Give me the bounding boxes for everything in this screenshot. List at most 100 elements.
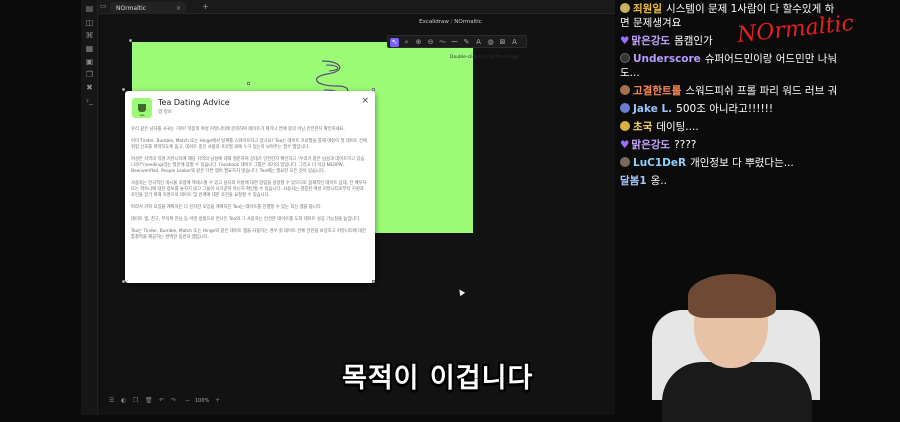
chat-nick[interactable]: 달봄1 (620, 175, 647, 187)
trash-icon[interactable]: 🗑 (145, 397, 153, 404)
resize-handle[interactable] (372, 280, 375, 283)
copy-icon[interactable]: ❐ (85, 70, 94, 79)
calendar-icon[interactable]: ▣ (85, 57, 94, 66)
heart-badge-icon: ♥ (620, 35, 630, 47)
user-badge-icon (620, 121, 630, 131)
streamer-shirt (662, 362, 812, 422)
description-paragraph: 여성은 지역의 익명 커뮤니티에 해당 지역의 남성에 대해 질문하여 상대가 … (131, 157, 365, 174)
rotate-handle[interactable] (247, 82, 250, 85)
palette-icon[interactable]: ◐ (121, 397, 126, 404)
chat-nick[interactable]: 맑은강도 (631, 35, 670, 47)
tea-app-logo: tea (132, 98, 152, 118)
chat-nick[interactable]: Jake L. (633, 103, 672, 115)
chat-nick[interactable]: 맑은강도 (631, 139, 670, 151)
new-tab-button[interactable]: + (202, 2, 209, 11)
text-tool-icon[interactable]: A (474, 38, 483, 47)
curve-icon[interactable]: 〜 (438, 38, 447, 47)
zoom-out-icon[interactable]: ⊖ (426, 38, 435, 47)
font-icon[interactable]: A (510, 38, 519, 47)
app-description: 우리 같은 남자를 사귀는 거야? 악몽의 여성 커뮤니티에 문의하여 데이트가… (131, 127, 367, 247)
streamer-hair (688, 274, 776, 318)
resize-handle[interactable] (122, 280, 125, 283)
chat-nick[interactable]: 고결한트롤 (633, 85, 681, 97)
select-tool-icon[interactable]: ↖ (390, 38, 399, 47)
user-badge-icon (620, 3, 630, 13)
fill-icon[interactable]: ◍ (486, 38, 495, 47)
chat-message: Underscore 슈퍼어드민이랑 어드민만 나눠 (620, 53, 837, 66)
resize-handle[interactable] (129, 39, 132, 42)
zoom-icon[interactable]: ⌕ (402, 38, 411, 47)
image-toolbar: ↖ ⌕ ⊕ ⊖ 〜 ⁓ ✎ A ◍ ⊠ A (387, 35, 527, 48)
chat-nick[interactable]: Underscore (633, 53, 701, 65)
chat-text: 데이팅.... (656, 121, 699, 133)
breadcrumb-current[interactable]: NOrmaltic (454, 19, 482, 25)
menu-icon[interactable]: ☰ (109, 397, 114, 404)
mask-icon[interactable]: ⊠ (498, 38, 507, 47)
chat-text: 슈퍼어드민이랑 어드민만 나눠 (704, 53, 838, 65)
description-paragraph: 우리 같은 남자를 사귀는 거야? 악몽의 여성 커뮤니티에 문의하여 데이트가… (131, 127, 345, 132)
user-badge-icon (620, 85, 630, 95)
chat-message: ♥ 맑은강도???? (620, 139, 696, 152)
video-subtitle: 목적이 이겁니다 (342, 363, 534, 394)
chat-message: 달봄1 옹.. (620, 175, 667, 188)
chat-text: 스워드피쉬 프롤 파리 워드 러브 궈 (685, 85, 838, 97)
user-badge-icon (620, 53, 630, 63)
tab-label: NOrmaltic (116, 5, 147, 12)
stream-left-margin (0, 0, 81, 415)
zoom-in-button[interactable]: + (215, 397, 220, 404)
zoom-level[interactable]: 100% (195, 398, 209, 404)
canvas-icon[interactable]: ▦ (85, 44, 94, 53)
chat-message-continued: 도... (620, 67, 640, 79)
tab-normaltic[interactable]: NOrmaltic × (110, 2, 186, 14)
resize-handle[interactable] (372, 88, 375, 91)
description-paragraph: 사용자는 전국적인 게시물 포럼에 액세스할 수 있고 남자의 이름에 대한 알… (131, 181, 367, 198)
window-menu-icon[interactable]: ▭ (100, 2, 107, 10)
chat-text: 몸캠인가 (674, 35, 713, 47)
pen-icon[interactable]: ✎ (462, 38, 471, 47)
chat-nick[interactable]: 죄원일 (633, 3, 662, 15)
tab-close-icon[interactable]: × (176, 5, 181, 12)
canvas-bottom-toolbar: ☰ ◐ ❐ 🗑 ↶ ↷ − 100% + (107, 396, 227, 408)
chat-nick[interactable]: 초국 (633, 121, 652, 133)
crop-hint: Double-click to crop the image (450, 55, 520, 60)
description-paragraph: 데이트 앱, 친구, 무작위 만남 등 어떤 방법으로 만나든 Tea와 그 사… (131, 217, 361, 222)
description-paragraph: Tea는 Tinder, Bumble, Match 또는 Hinge와 같은 … (131, 229, 366, 240)
close-x-icon[interactable]: ✖ (85, 83, 94, 92)
app-subtitle: 앱 정보 (158, 110, 172, 115)
app-title: Tea Dating Advice (158, 98, 230, 107)
logo-label: tea (139, 113, 145, 117)
description-paragraph: 따라서 커피 모임을 계획하든 더 진지한 모임을 계획하든 Tea는 데이트를… (131, 205, 323, 210)
chat-message: ♥ 맑은강도 몸캠인가 (620, 35, 713, 48)
chat-text: ???? (674, 139, 697, 151)
chat-text: 옹.. (650, 175, 667, 187)
chat-message: Jake L. 500조 아니라고!!!!!! (620, 103, 773, 116)
description-paragraph: 이미 Tinder, Bumble, Match 또는 Hinge에서 날짜를 … (131, 139, 367, 150)
zoom-out-button[interactable]: − (185, 397, 190, 404)
streamer-webcam (652, 270, 820, 422)
resize-handle[interactable] (122, 88, 125, 91)
sidebar-toggle-icon[interactable]: ▤ (85, 4, 94, 13)
chat-message-continued: 면 문제생겨요 (620, 17, 682, 29)
undo-icon[interactable]: ↶ (159, 397, 164, 404)
redo-icon[interactable]: ↷ (171, 397, 176, 404)
close-icon[interactable]: × (361, 96, 369, 106)
copy-icon[interactable]: ❐ (133, 397, 138, 404)
zoom-in-icon[interactable]: ⊕ (414, 38, 423, 47)
mouse-cursor-icon (456, 287, 466, 297)
cup-icon (138, 104, 146, 112)
chat-text: 500조 아니라고!!!!!! (676, 103, 774, 115)
chat-message: 죄원일 시스템이 문제 1사람이 다 할수있게 하 (620, 3, 834, 16)
breadcrumb-parent[interactable]: Excalidraw (419, 19, 449, 25)
chat-message: LuC1DeR 개인정보 다 뿌렸다는... (620, 157, 794, 170)
graph-icon[interactable]: ⌘ (85, 31, 94, 40)
line-icon[interactable]: ⁓ (450, 38, 459, 47)
chat-text: 시스템이 문제 1사람이 다 할수있게 하 (665, 3, 835, 15)
chat-nick[interactable]: LuC1DeR (633, 157, 686, 169)
app-info-card: tea Tea Dating Advice 앱 정보 × 우리 같은 남자를 사… (125, 91, 375, 283)
chat-text: 개인정보 다 뿌렸다는... (690, 157, 794, 169)
heart-badge-icon: ♥ (620, 139, 630, 151)
terminal-icon[interactable]: ›_ (85, 96, 94, 105)
user-badge-icon (620, 103, 630, 113)
user-badge-icon (620, 157, 630, 167)
chat-message: 고결한트롤 스워드피쉬 프롤 파리 워드 러브 궈 (620, 85, 837, 98)
